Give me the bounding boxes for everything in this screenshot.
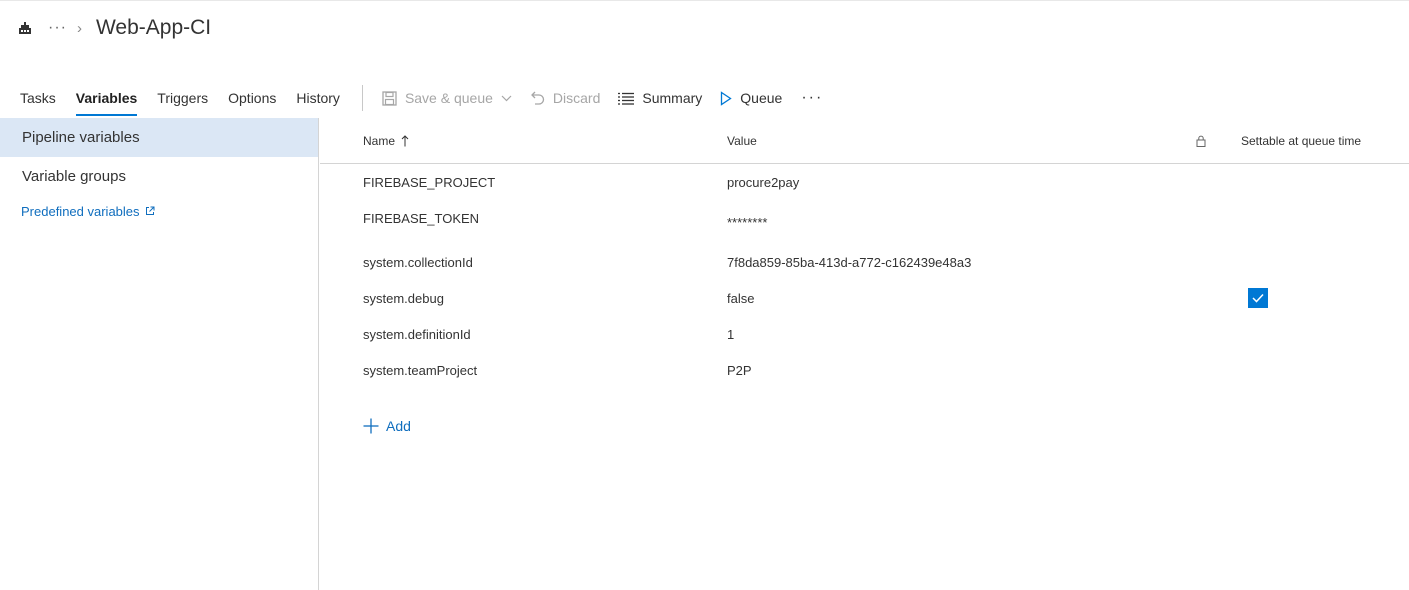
variable-name[interactable]: system.definitionId [363,316,471,352]
variable-name[interactable]: FIREBASE_TOKEN [363,200,479,236]
chevron-down-icon [501,95,512,101]
grid-header: Name Value Settable at queue time [320,118,1409,164]
grid-rows: FIREBASE_PROJECT procure2pay FIREBASE_TO… [320,164,1409,388]
tab-variables[interactable]: Variables [66,78,148,118]
external-link-icon [145,206,155,215]
discard-button[interactable]: Discard [521,78,609,118]
save-queue-button[interactable]: Save & queue [373,78,521,118]
checkbox-checked[interactable] [1248,288,1268,308]
queue-button[interactable]: Queue [711,78,791,118]
table-row[interactable]: system.collectionId 7f8da859-85ba-413d-a… [320,244,1409,280]
variable-value-secret[interactable]: ******** [727,204,767,240]
variable-name[interactable]: system.debug [363,280,444,316]
tab-options[interactable]: Options [218,78,286,118]
column-header-value[interactable]: Value [727,118,757,164]
tab-tasks[interactable]: Tasks [0,78,66,118]
summary-label: Summary [642,90,703,106]
build-pipeline-icon [18,21,32,35]
more-actions-button[interactable]: ··· [791,78,833,118]
nav-pipeline-variables[interactable]: Pipeline variables [0,118,318,157]
table-row[interactable]: system.definitionId 1 [320,316,1409,352]
variable-value[interactable]: P2P [727,352,752,388]
breadcrumb-ellipsis[interactable]: ··· [48,19,67,37]
variable-name[interactable]: system.teamProject [363,352,477,388]
play-icon [721,90,732,106]
lock-icon [1196,118,1206,164]
variable-value[interactable]: false [727,280,754,316]
variables-grid: Name Value Settable at queue time FIREBA… [320,118,1409,590]
summary-button[interactable]: Summary [609,78,711,118]
predefined-variables-label: Predefined variables [21,203,140,219]
column-header-name[interactable]: Name [363,118,409,164]
table-row[interactable]: FIREBASE_TOKEN ******** [320,200,1409,236]
list-icon [618,92,635,105]
variable-name[interactable]: FIREBASE_PROJECT [363,164,495,200]
save-icon [382,90,397,106]
row-spacer [320,236,1409,244]
queue-label: Queue [740,90,783,106]
variable-value[interactable]: 7f8da859-85ba-413d-a772-c162439e48a3 [727,244,971,280]
checkmark-icon [1252,293,1264,303]
variable-value[interactable]: procure2pay [727,164,799,200]
top-border [0,0,1409,3]
left-nav: Pipeline variables Variable groups Prede… [0,118,319,590]
nav-variable-groups[interactable]: Variable groups [0,157,318,196]
breadcrumb: ··· › Web-App-CI [18,14,211,42]
table-row[interactable]: system.teamProject P2P [320,352,1409,388]
column-name-label: Name [363,134,396,148]
add-label: Add [386,418,411,434]
table-row[interactable]: system.debug false [320,280,1409,316]
sort-ascending-icon [401,135,409,147]
save-queue-label: Save & queue [404,90,493,106]
table-row[interactable]: FIREBASE_PROJECT procure2pay [320,164,1409,200]
undo-icon [530,91,545,105]
predefined-variables-link[interactable]: Predefined variables [0,196,318,226]
chevron-right-icon: › [76,19,82,37]
page-title: Web-App-CI [95,16,212,39]
toolbar-divider [361,85,363,111]
column-header-settable: Settable at queue time [1241,134,1362,148]
variable-name[interactable]: system.collectionId [363,244,473,280]
tab-history[interactable]: History [286,78,350,118]
settable-at-queue-time-checkbox[interactable] [1248,280,1268,316]
toolbar: Tasks Variables Triggers Options History… [0,78,1409,118]
add-variable-button[interactable]: Add [363,418,411,434]
variable-value[interactable]: 1 [727,316,734,352]
discard-label: Discard [552,90,601,106]
plus-icon [363,418,379,434]
tab-triggers[interactable]: Triggers [147,78,218,118]
